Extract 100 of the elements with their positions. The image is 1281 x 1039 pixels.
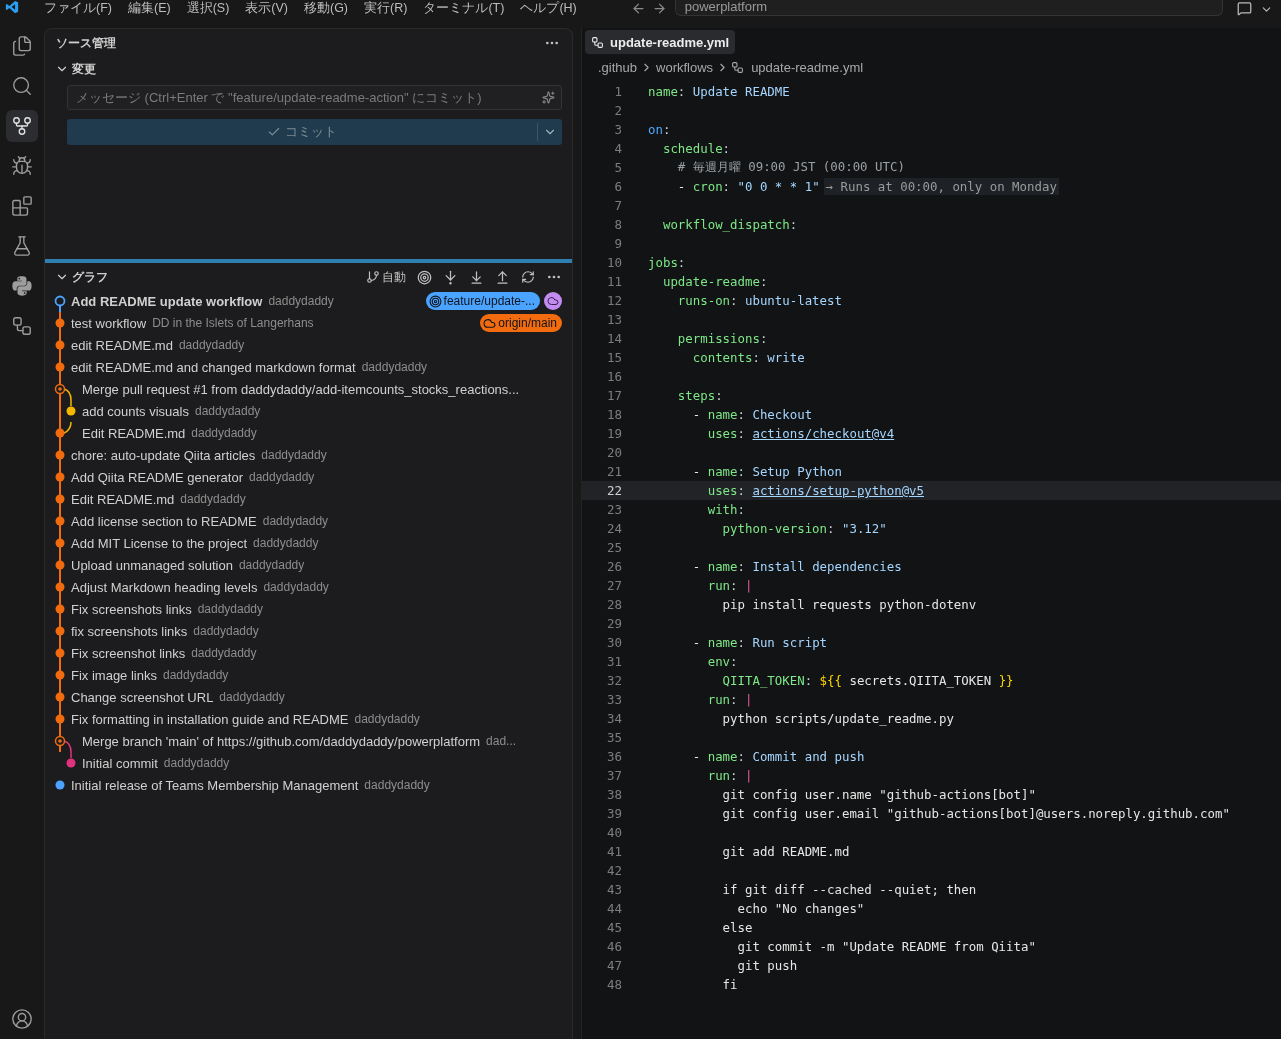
remote-branch-badge[interactable]: origin/main — [480, 314, 562, 332]
code-line: - name: Install dependencies — [691, 559, 902, 574]
commit-author: daddydaddy — [364, 778, 430, 792]
code-line: if git diff --cached --quiet; then — [721, 882, 977, 897]
source-control-icon — [11, 115, 33, 137]
commit-message[interactable]: Initial release of Teams Membership Management — [71, 777, 359, 793]
auto-branch-button[interactable]: 自動 — [364, 269, 408, 285]
line-number: 5 — [613, 160, 622, 175]
commit-message[interactable]: Edit README.md — [82, 425, 186, 441]
line-number: 42 — [605, 863, 622, 878]
line-number: 19 — [605, 426, 622, 441]
bug-icon — [11, 155, 33, 177]
target-button[interactable] — [415, 269, 434, 285]
code-line: on: — [648, 122, 671, 137]
commit-message[interactable]: add counts visuals — [82, 403, 189, 419]
commit-author: daddydaddy — [268, 294, 334, 308]
branch-badge[interactable]: feature/update-... — [425, 292, 540, 310]
python-icon — [11, 275, 33, 297]
code-line: update-readme: — [661, 274, 768, 289]
commit-message-field[interactable]: メッセージ (Ctrl+Enter で "feature/update-readme-action" にコミット) — [67, 85, 562, 110]
merge-dot — [54, 735, 66, 747]
commit-message[interactable]: fix screenshots links — [71, 623, 188, 639]
menu-item[interactable]: 選択(S) — [178, 0, 238, 16]
commit-message[interactable]: Add Qiita README generator — [71, 469, 243, 485]
workflow-icon — [731, 60, 745, 74]
code-line: with: — [706, 502, 745, 517]
menu-item[interactable]: 実行(R) — [356, 0, 416, 16]
menu-item[interactable]: 表示(V) — [237, 0, 296, 16]
changes-section-header[interactable]: 変更 — [45, 57, 572, 81]
line-number: 28 — [605, 597, 622, 612]
menu-item[interactable]: ファイル(F) — [36, 0, 120, 16]
line-number: 26 — [605, 559, 622, 574]
commit-message[interactable]: Edit README.md — [71, 491, 175, 507]
commit-message[interactable]: Change screenshot URL — [71, 689, 214, 705]
code-line: - name: Commit and push — [691, 749, 865, 764]
line-number: 47 — [605, 958, 622, 973]
code-line: - name: Checkout — [691, 407, 813, 422]
line-number: 20 — [605, 445, 622, 460]
commit-author: daddydaddy — [262, 514, 329, 528]
commit-message[interactable]: Merge branch 'main' of https://github.com/daddydaddy/powerplatform — [82, 733, 481, 749]
menu-item[interactable]: 移動(G) — [296, 0, 357, 16]
commit-author: daddydaddy — [361, 360, 428, 374]
menu-item[interactable]: ヘルプ(H) — [512, 0, 585, 16]
command-center-field[interactable]: powerplatform — [674, 0, 1223, 16]
menu-item[interactable]: ターミナル(T) — [415, 0, 513, 16]
graph-line — [59, 400, 72, 422]
commit-message[interactable]: edit README.md and changed markdown format — [71, 359, 356, 375]
line-number: 37 — [605, 768, 622, 783]
commit-message[interactable]: Add MIT License to the project — [71, 535, 248, 551]
line-number: 10 — [605, 255, 622, 270]
remote-badge[interactable] — [544, 292, 562, 310]
code-line: permissions: — [676, 331, 768, 346]
code-line: git push — [736, 958, 798, 973]
line-number: 14 — [605, 331, 622, 346]
line-number: 16 — [605, 369, 622, 384]
chat-icon[interactable] — [1236, 1, 1252, 16]
line-number: 2 — [613, 103, 622, 118]
forward-arrow-icon[interactable] — [651, 1, 667, 16]
code-line: # 毎週月曜 09:00 JST (00:00 UTC) — [676, 159, 905, 176]
line-number: 46 — [605, 939, 622, 954]
code-line: pip install requests python-dotenv — [721, 597, 977, 612]
commit-message[interactable]: Fix image links — [71, 667, 157, 683]
commit-author: daddydaddy — [191, 646, 257, 660]
commit-message[interactable]: Initial commit — [82, 755, 158, 771]
line-number: 1 — [613, 84, 622, 99]
commit-message[interactable]: Add README update workflow — [71, 293, 263, 309]
commit-message[interactable]: Add license section to README — [71, 513, 257, 529]
code-line: runs-on: ubuntu-latest — [676, 293, 842, 308]
line-number: 17 — [605, 388, 622, 403]
commit-message[interactable]: Adjust Markdown heading levels — [71, 579, 258, 595]
code-line: run: | — [706, 768, 753, 783]
activity-bar-button[interactable] — [6, 110, 38, 142]
commit-message[interactable]: Fix screenshots links — [71, 601, 192, 617]
code-line: env: — [706, 654, 738, 669]
line-number: 44 — [605, 901, 622, 916]
commit-message[interactable]: Merge pull request #1 from daddydaddy/add-itemcounts_stocks_reactions... — [82, 381, 520, 397]
commit-author: daddydaddy — [263, 580, 329, 594]
breadcrumb-item[interactable]: update-readme.yml — [750, 59, 865, 75]
search-icon — [11, 75, 33, 97]
commit-message[interactable]: Fix screenshot links — [71, 645, 186, 661]
graph-section-header[interactable]: グラフ — [45, 265, 108, 289]
panel-title: ソース管理 — [56, 34, 116, 52]
editor-tab[interactable]: update-readme.yml — [585, 30, 736, 54]
breadcrumb-item[interactable]: .github — [597, 59, 639, 75]
commit-message[interactable]: edit README.md — [71, 337, 173, 353]
line-number: 9 — [613, 236, 622, 251]
commit-message[interactable]: Fix formatting in installation guide and README — [71, 711, 349, 727]
breadcrumb-item[interactable]: workflows — [655, 59, 715, 75]
commit-message[interactable]: test workflow — [71, 315, 147, 331]
commit-message[interactable]: chore: auto-update Qiita articles — [71, 447, 256, 463]
refresh-button[interactable] — [519, 270, 537, 284]
sparkle-icon[interactable] — [542, 91, 555, 104]
code-line: git config user.name "github-actions[bot]" — [721, 787, 1036, 802]
code-line: git config user.email "github-actions[bot]@users.noreply.github.com" — [721, 806, 1230, 821]
check-icon — [267, 125, 281, 139]
line-number: 13 — [605, 312, 622, 327]
cloud-icon — [483, 316, 497, 330]
commit-message[interactable]: Upload unmanaged solution — [71, 557, 233, 573]
commit-author: daddydaddy — [219, 690, 285, 704]
menu-item[interactable]: 編集(E) — [119, 0, 179, 16]
